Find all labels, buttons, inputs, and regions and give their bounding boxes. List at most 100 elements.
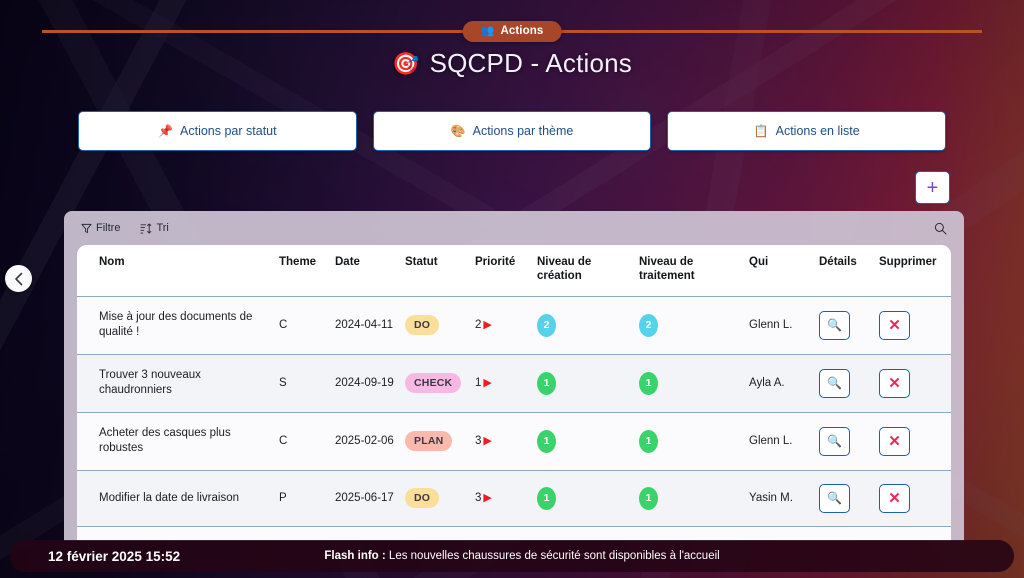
search-button[interactable] bbox=[934, 222, 947, 235]
col-header-priorite[interactable]: Priorité bbox=[471, 245, 533, 297]
filter-button[interactable]: Filtre bbox=[81, 222, 120, 234]
table-header-row: Nom Theme Date Statut Priorité Niveau de… bbox=[77, 245, 951, 297]
details-button[interactable]: 🔍 bbox=[819, 426, 850, 456]
cell-theme: S bbox=[275, 526, 331, 541]
table-row[interactable]: Achat d'un nouveau système par ventouseS… bbox=[77, 526, 951, 541]
flag-icon: ▶ bbox=[483, 376, 492, 389]
tab-bar: 📌 Actions par statut 🎨 Actions par thème… bbox=[78, 111, 947, 151]
delete-button[interactable]: ✕ bbox=[879, 368, 910, 398]
status-badge: DO bbox=[405, 488, 440, 509]
cell-niveau-creation: 1 bbox=[533, 354, 635, 413]
cell-priorite: 3 ▶ bbox=[471, 412, 533, 471]
flash-info-prefix: Flash info : bbox=[324, 550, 386, 562]
col-header-details[interactable]: Détails bbox=[815, 245, 875, 297]
cell-priorite: 1▶ bbox=[471, 354, 533, 413]
col-header-niveau-creation[interactable]: Niveau de création bbox=[533, 245, 635, 297]
tab-actions-par-statut[interactable]: 📌 Actions par statut bbox=[78, 111, 357, 151]
cell-details: 🔍 bbox=[815, 296, 875, 355]
cell-nom: Trouver 3 nouveaux chaudronniers bbox=[77, 354, 275, 413]
col-header-niveau-traitement[interactable]: Niveau de traitement bbox=[635, 245, 745, 297]
carousel-prev-button[interactable] bbox=[5, 265, 32, 292]
tab-actions-par-theme[interactable]: 🎨 Actions par thème bbox=[372, 111, 652, 151]
details-button[interactable]: 🔍 bbox=[819, 368, 850, 398]
cell-details: 🔍 bbox=[815, 470, 875, 527]
cell-nom: Acheter des casques plus robustes bbox=[77, 412, 275, 471]
cell-priorite: 3 ▶ bbox=[471, 470, 533, 527]
table-toolbar: Filtre Tri bbox=[64, 211, 964, 245]
cell-priorite: 2 ▶ bbox=[471, 296, 533, 355]
section-badge: 👥 Actions bbox=[462, 21, 562, 42]
details-button[interactable]: 🔍 bbox=[819, 310, 850, 340]
delete-button[interactable]: ✕ bbox=[879, 310, 910, 340]
cell-qui: Ayla A. bbox=[745, 354, 815, 413]
cell-details: 🔍 bbox=[815, 412, 875, 471]
status-bar-datetime: 12 février 2025 15:52 bbox=[48, 548, 181, 564]
col-header-nom[interactable]: Nom bbox=[77, 245, 275, 297]
table-row[interactable]: Mise à jour des documents de qualité ! C 2… bbox=[77, 296, 951, 355]
level-badge: 1 bbox=[537, 486, 556, 510]
sort-label: Tri bbox=[156, 222, 169, 234]
pushpin-icon: 📌 bbox=[158, 124, 174, 138]
cell-niveau-traitement: 1 bbox=[635, 526, 745, 541]
cell-statut: PLAN bbox=[401, 412, 471, 471]
palette-icon: 🎨 bbox=[450, 124, 466, 138]
delete-button[interactable]: ✕ bbox=[879, 426, 910, 456]
magnifier-icon: 🔍 bbox=[827, 434, 842, 449]
actions-table: Nom Theme Date Statut Priorité Niveau de… bbox=[77, 245, 951, 541]
magnifier-icon: 🔍 bbox=[827, 318, 842, 333]
status-badge: PLAN bbox=[405, 431, 453, 452]
cell-qui: Maria H. bbox=[745, 526, 815, 541]
table-row[interactable]: Trouver 3 nouveaux chaudronniers S 2024-09… bbox=[77, 354, 951, 413]
col-header-qui[interactable]: Qui bbox=[745, 245, 815, 297]
col-header-theme[interactable]: Theme bbox=[275, 245, 331, 297]
cell-statut: DO bbox=[401, 526, 471, 541]
col-header-supprimer[interactable]: Supprimer bbox=[875, 245, 951, 297]
level-badge: 2 bbox=[537, 313, 556, 337]
app-root: 👥 Actions 🎯 SQCPD - Actions 📌 Actions pa… bbox=[0, 0, 1024, 578]
actions-table-card: Nom Theme Date Statut Priorité Niveau de… bbox=[77, 245, 951, 541]
close-icon: ✕ bbox=[888, 489, 901, 507]
cell-niveau-creation: 2 bbox=[533, 296, 635, 355]
cell-theme: C bbox=[275, 412, 331, 471]
status-bar-flash-info: Flash info : Les nouvelles chaussures de… bbox=[324, 550, 869, 562]
cell-supprimer: ✕ bbox=[875, 470, 951, 527]
col-header-statut[interactable]: Statut bbox=[401, 245, 471, 297]
priority-value: 1 bbox=[475, 376, 482, 389]
page-title-text: SQCPD - Actions bbox=[429, 48, 632, 78]
col-header-date[interactable]: Date bbox=[331, 245, 401, 297]
tab-label: Actions en liste bbox=[775, 124, 860, 138]
status-bar: 12 février 2025 15:52 Flash info : Les n… bbox=[10, 540, 1014, 572]
magnifier-icon: 🔍 bbox=[827, 376, 842, 391]
level-badge: 1 bbox=[639, 371, 658, 395]
sort-button[interactable]: Tri bbox=[140, 222, 169, 234]
tab-actions-en-liste[interactable]: 📋 Actions en liste bbox=[667, 111, 947, 151]
details-button[interactable]: 🔍 bbox=[819, 483, 850, 513]
flag-icon: ▶ bbox=[483, 491, 492, 504]
actions-table-panel: Filtre Tri Nom Theme Date Statut Priorit… bbox=[64, 211, 964, 541]
table-row[interactable]: Modifier la date de livraison P 2025-06-17… bbox=[77, 470, 951, 527]
delete-button[interactable]: ✕ bbox=[879, 483, 910, 513]
cell-niveau-traitement: 1 bbox=[635, 354, 745, 413]
plus-icon: + bbox=[926, 176, 939, 199]
cell-priorite: 1▶ bbox=[471, 526, 533, 541]
table-row[interactable]: Acheter des casques plus robustes C 2025-0… bbox=[77, 412, 951, 471]
level-badge: 1 bbox=[639, 429, 658, 453]
level-badge: 1 bbox=[537, 429, 556, 453]
search-icon bbox=[934, 222, 947, 235]
clipboard-icon: 📋 bbox=[753, 124, 769, 138]
cell-nom: Achat d'un nouveau système par ventouse bbox=[77, 526, 275, 541]
sort-icon bbox=[140, 222, 152, 234]
cell-niveau-traitement: 2 bbox=[635, 296, 745, 355]
cell-statut: DO bbox=[401, 296, 471, 355]
cell-supprimer: ✕ bbox=[875, 296, 951, 355]
section-badge-label: Actions bbox=[500, 25, 544, 37]
add-action-button[interactable]: + bbox=[915, 171, 950, 204]
cell-niveau-creation: 1 bbox=[533, 412, 635, 471]
flag-icon: ▶ bbox=[483, 434, 492, 447]
cell-niveau-creation: 1 bbox=[533, 526, 635, 541]
cell-niveau-traitement: 1 bbox=[635, 412, 745, 471]
cell-supprimer: ✕ bbox=[875, 526, 951, 541]
close-icon: ✕ bbox=[888, 432, 901, 450]
page-title: 🎯 SQCPD - Actions bbox=[0, 48, 1024, 79]
cell-nom: Mise à jour des documents de qualité ! bbox=[77, 296, 275, 355]
